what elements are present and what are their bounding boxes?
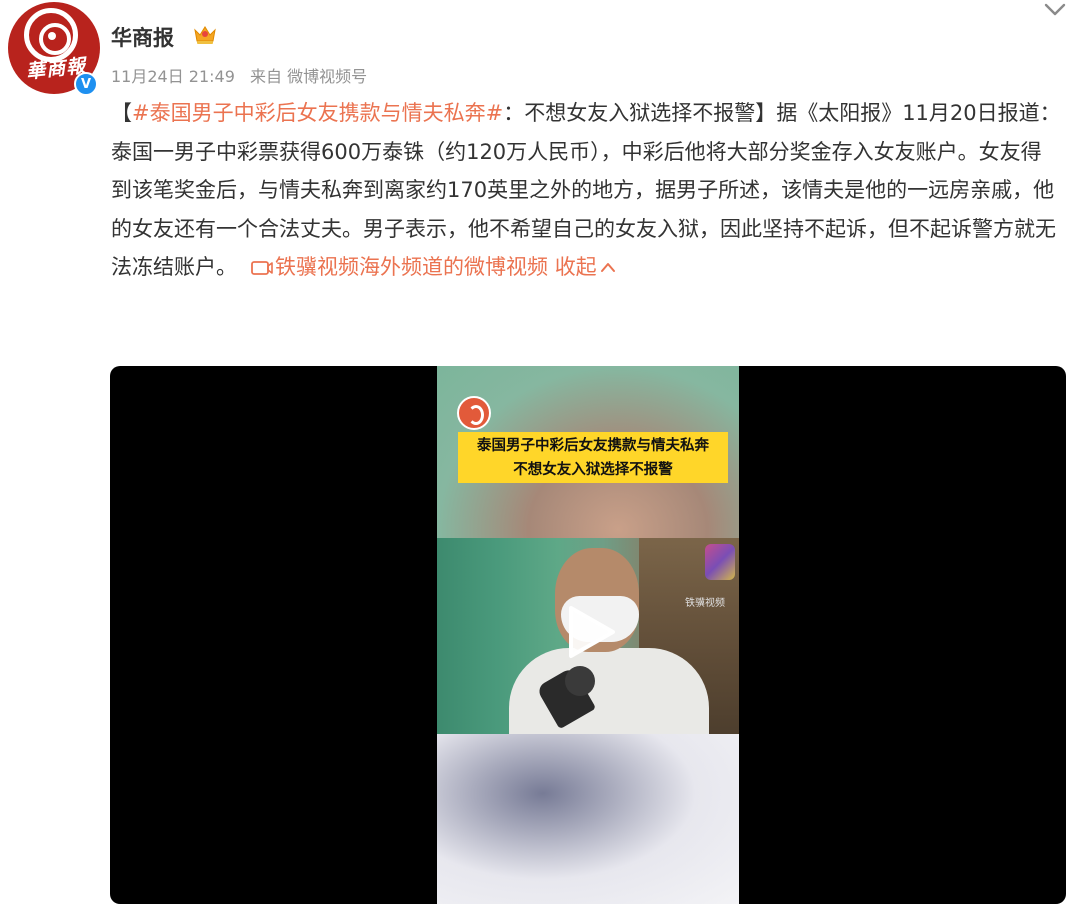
channel-watermark: 铁骥视频 xyxy=(685,598,725,609)
chevron-down-icon[interactable] xyxy=(1042,0,1068,20)
video-caption: 泰国男子中彩后女友携款与情夫私奔 不想女友入狱选择不报警 xyxy=(458,432,728,483)
play-icon[interactable] xyxy=(559,602,619,662)
hashtag-link[interactable]: #泰国男子中彩后女友携款与情夫私奔# xyxy=(132,101,503,125)
video-player[interactable]: 泰国男子中彩后女友携款与情夫私奔 不想女友入狱选择不报警 铁骥视频 xyxy=(110,366,1066,904)
collapse-link[interactable]: 收起 xyxy=(555,255,616,279)
tv-channel-logo-icon xyxy=(705,544,735,580)
video-caption-line2: 不想女友入狱选择不报警 xyxy=(513,462,673,478)
video-link-icon[interactable] xyxy=(251,260,273,276)
collapse-label: 收起 xyxy=(554,255,597,279)
video-caption-line1: 泰国男子中彩后女友携款与情夫私奔 xyxy=(477,438,709,454)
crown-icon[interactable] xyxy=(193,24,217,46)
microphone-head xyxy=(565,666,595,696)
video-channel-logo-icon xyxy=(457,396,491,430)
post-time[interactable]: 11月24日 21:49 xyxy=(111,67,235,86)
verified-badge-icon: V xyxy=(74,72,98,96)
post-text: 【#泰国男子中彩后女友携款与情夫私奔#：不想女友入狱选择不报警】据《太阳报》11… xyxy=(111,94,1061,287)
account-name[interactable]: 华商报 xyxy=(111,22,174,52)
post-body: ：不想女友入狱选择不报警】据《太阳报》11月20日报道：泰国一男子中彩票获得60… xyxy=(111,101,1061,279)
chevron-up-icon xyxy=(600,263,615,272)
bracket-open: 【 xyxy=(111,101,132,125)
video-source-link[interactable]: 铁骥视频海外频道的微博视频 xyxy=(275,255,548,279)
video-blurred-bottom xyxy=(437,734,739,904)
post-meta: 11月24日 21:49 来自 微博视频号 xyxy=(111,63,367,87)
post-source[interactable]: 来自 微博视频号 xyxy=(250,67,367,86)
